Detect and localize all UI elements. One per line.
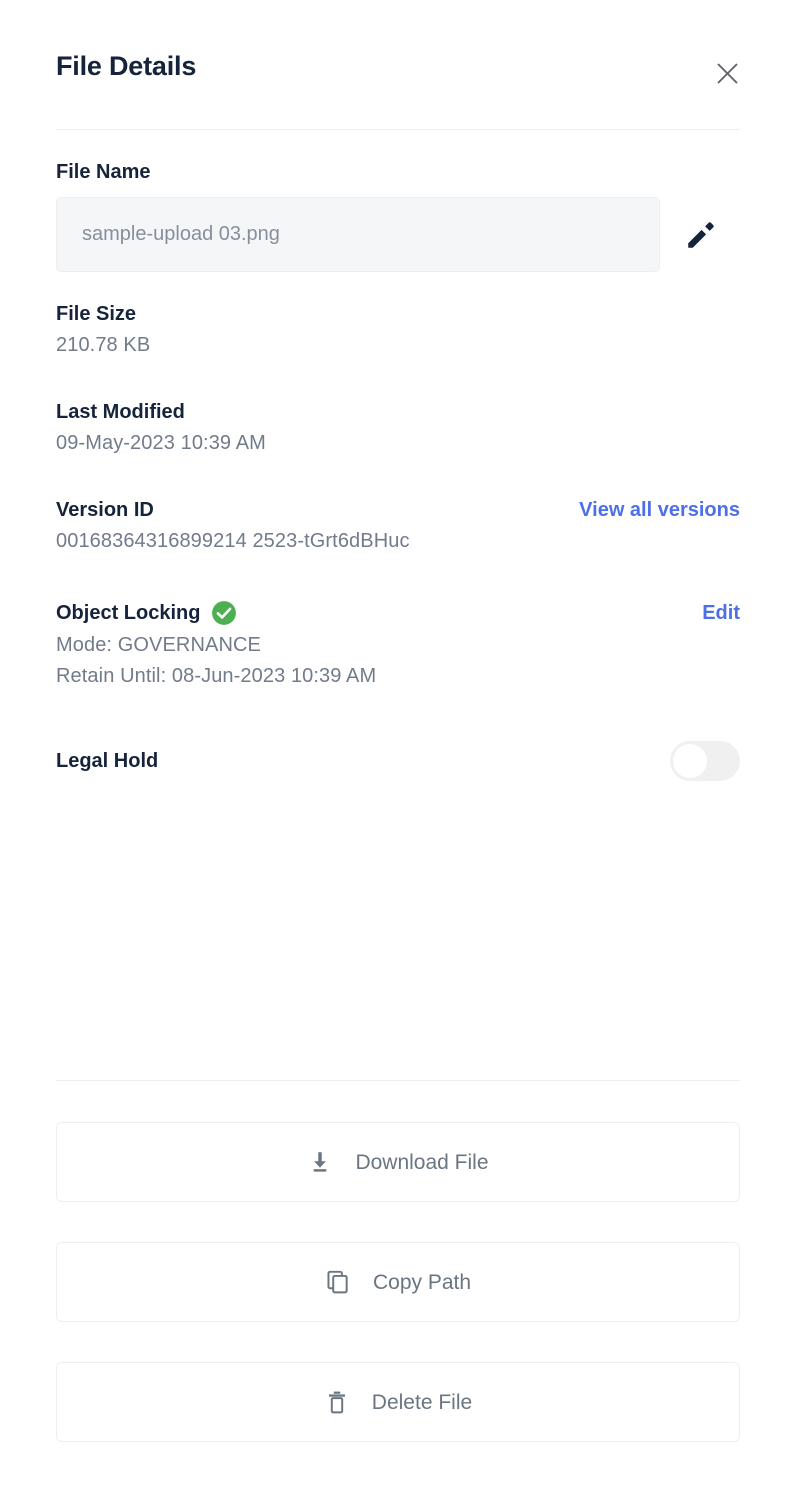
legal-hold-toggle[interactable] [670, 741, 740, 781]
file-name-label: File Name [56, 161, 151, 183]
trash-icon [324, 1389, 350, 1415]
delete-file-button[interactable]: Delete File [56, 1362, 740, 1442]
pencil-icon [688, 221, 714, 248]
object-locking-header: Object Locking Edit [56, 600, 740, 626]
legal-hold-label: Legal Hold [56, 750, 159, 772]
close-button[interactable] [710, 56, 744, 90]
field-file-size: File Size 210.78 KB [56, 272, 740, 360]
download-file-button[interactable]: Download File [56, 1122, 740, 1202]
action-buttons: Download File Copy Path Delete File [56, 1122, 740, 1442]
view-all-versions-link[interactable]: View all versions [579, 498, 740, 522]
download-file-label: Download File [355, 1150, 489, 1174]
object-locking-label: Object Locking [56, 602, 201, 624]
file-details-panel: File Details File Name File Size 210.78 … [0, 0, 796, 1510]
last-modified-label: Last Modified [56, 401, 185, 423]
field-object-locking: Object Locking Edit Mode: GOVERNANCE Ret… [56, 556, 740, 691]
check-circle-icon [212, 601, 237, 625]
copy-icon [325, 1269, 351, 1295]
legal-hold-toggle-knob [673, 744, 707, 778]
object-locking-label-group: Object Locking [56, 600, 237, 626]
copy-path-button[interactable]: Copy Path [56, 1242, 740, 1322]
file-name-row [56, 197, 740, 272]
download-icon [307, 1149, 333, 1175]
version-id-label: Version ID [56, 499, 154, 521]
last-modified-value: 09-May-2023 10:39 AM [56, 432, 266, 454]
object-locking-mode: Mode: GOVERNANCE [56, 634, 261, 656]
file-size-label: File Size [56, 303, 137, 325]
object-locking-retain-until: Retain Until: 08-Jun-2023 10:39 AM [56, 665, 377, 687]
file-name-input[interactable] [56, 197, 660, 272]
version-id-value: 00168364316899214 2523-tGrt6dBHuc [56, 530, 410, 552]
edit-object-locking-link[interactable]: Edit [702, 601, 740, 625]
close-icon [716, 62, 738, 84]
field-last-modified: Last Modified 09-May-2023 10:39 AM [56, 360, 740, 458]
copy-path-label: Copy Path [372, 1270, 472, 1294]
version-id-header: Version ID View all versions [56, 498, 740, 522]
edit-file-name-button[interactable] [682, 216, 720, 254]
page-title: File Details [56, 51, 197, 81]
legal-hold-row: Legal Hold [56, 741, 740, 781]
field-file-name: File Name [56, 130, 740, 272]
file-size-value: 210.78 KB [56, 334, 151, 356]
field-version-id: Version ID View all versions 00168364316… [56, 458, 740, 556]
panel-header: File Details [56, 0, 740, 90]
actions-divider [56, 1080, 740, 1081]
delete-file-label: Delete File [371, 1390, 473, 1414]
field-legal-hold: Legal Hold [56, 691, 740, 781]
